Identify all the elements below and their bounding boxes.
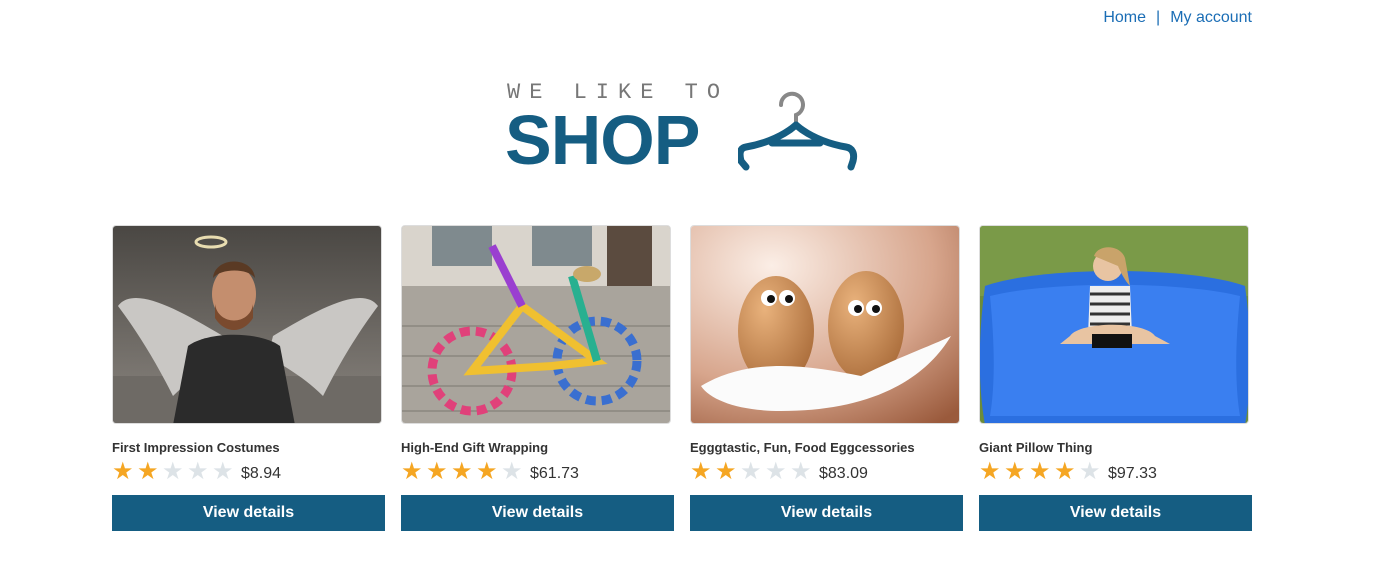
star-icon: ★ bbox=[715, 458, 737, 485]
star-icon: ★ bbox=[740, 458, 762, 485]
star-icon: ★ bbox=[690, 458, 712, 485]
star-icon: ★ bbox=[1054, 458, 1076, 485]
product-rating: ★ ★ ★ ★ ★ $8.94 bbox=[112, 459, 385, 485]
giant-pillow-image bbox=[980, 226, 1248, 423]
product-title[interactable]: Egggtastic, Fun, Food Eggcessories bbox=[690, 440, 963, 455]
product-card: Giant Pillow Thing ★ ★ ★ ★ ★ $97.33 View… bbox=[979, 225, 1252, 531]
top-nav: Home | My account bbox=[1103, 9, 1252, 27]
product-card: Egggtastic, Fun, Food Eggcessories ★ ★ ★… bbox=[690, 225, 963, 531]
view-details-button[interactable]: View details bbox=[979, 495, 1252, 531]
product-rating: ★ ★ ★ ★ ★ $83.09 bbox=[690, 459, 963, 485]
star-icon: ★ bbox=[426, 458, 448, 485]
product-image[interactable] bbox=[690, 225, 960, 424]
angel-costume-image bbox=[113, 226, 381, 423]
product-rating: ★ ★ ★ ★ ★ $61.73 bbox=[401, 459, 674, 485]
my-account-link[interactable]: My account bbox=[1170, 9, 1252, 27]
home-link[interactable]: Home bbox=[1103, 9, 1146, 27]
star-icon: ★ bbox=[162, 458, 184, 485]
logo-word: SHOP bbox=[505, 101, 700, 179]
star-icon: ★ bbox=[501, 458, 523, 485]
knitted-bicycle-image bbox=[402, 226, 670, 423]
product-image[interactable] bbox=[979, 225, 1249, 424]
view-details-button[interactable]: View details bbox=[690, 495, 963, 531]
product-image[interactable] bbox=[112, 225, 382, 424]
star-icon: ★ bbox=[1004, 458, 1026, 485]
star-icon: ★ bbox=[1079, 458, 1101, 485]
product-grid: First Impression Costumes ★ ★ ★ ★ ★ $8.9… bbox=[112, 225, 1252, 531]
site-logo[interactable]: WE LIKE TO SHOP bbox=[505, 78, 865, 179]
product-rating: ★ ★ ★ ★ ★ $97.33 bbox=[979, 459, 1252, 485]
star-icon: ★ bbox=[212, 458, 234, 485]
product-title[interactable]: High-End Gift Wrapping bbox=[401, 440, 674, 455]
eggs-with-eyes-image bbox=[691, 226, 959, 423]
star-icon: ★ bbox=[187, 458, 209, 485]
product-title[interactable]: First Impression Costumes bbox=[112, 440, 385, 455]
star-icon: ★ bbox=[451, 458, 473, 485]
star-icon: ★ bbox=[765, 458, 787, 485]
product-image[interactable] bbox=[401, 225, 671, 424]
star-icon: ★ bbox=[979, 458, 1001, 485]
product-price: $8.94 bbox=[241, 464, 282, 482]
product-price: $97.33 bbox=[1108, 464, 1157, 482]
product-title[interactable]: Giant Pillow Thing bbox=[979, 440, 1252, 455]
product-card: First Impression Costumes ★ ★ ★ ★ ★ $8.9… bbox=[112, 225, 385, 531]
star-icon: ★ bbox=[112, 458, 134, 485]
nav-separator: | bbox=[1156, 9, 1161, 26]
product-card: High-End Gift Wrapping ★ ★ ★ ★ ★ $61.73 … bbox=[401, 225, 674, 531]
product-price: $61.73 bbox=[530, 464, 579, 482]
product-price: $83.09 bbox=[819, 464, 868, 482]
star-icon: ★ bbox=[137, 458, 159, 485]
view-details-button[interactable]: View details bbox=[401, 495, 674, 531]
star-icon: ★ bbox=[790, 458, 812, 485]
star-icon: ★ bbox=[401, 458, 423, 485]
hanger-icon bbox=[738, 91, 858, 171]
view-details-button[interactable]: View details bbox=[112, 495, 385, 531]
star-icon: ★ bbox=[1029, 458, 1051, 485]
star-icon: ★ bbox=[476, 458, 498, 485]
